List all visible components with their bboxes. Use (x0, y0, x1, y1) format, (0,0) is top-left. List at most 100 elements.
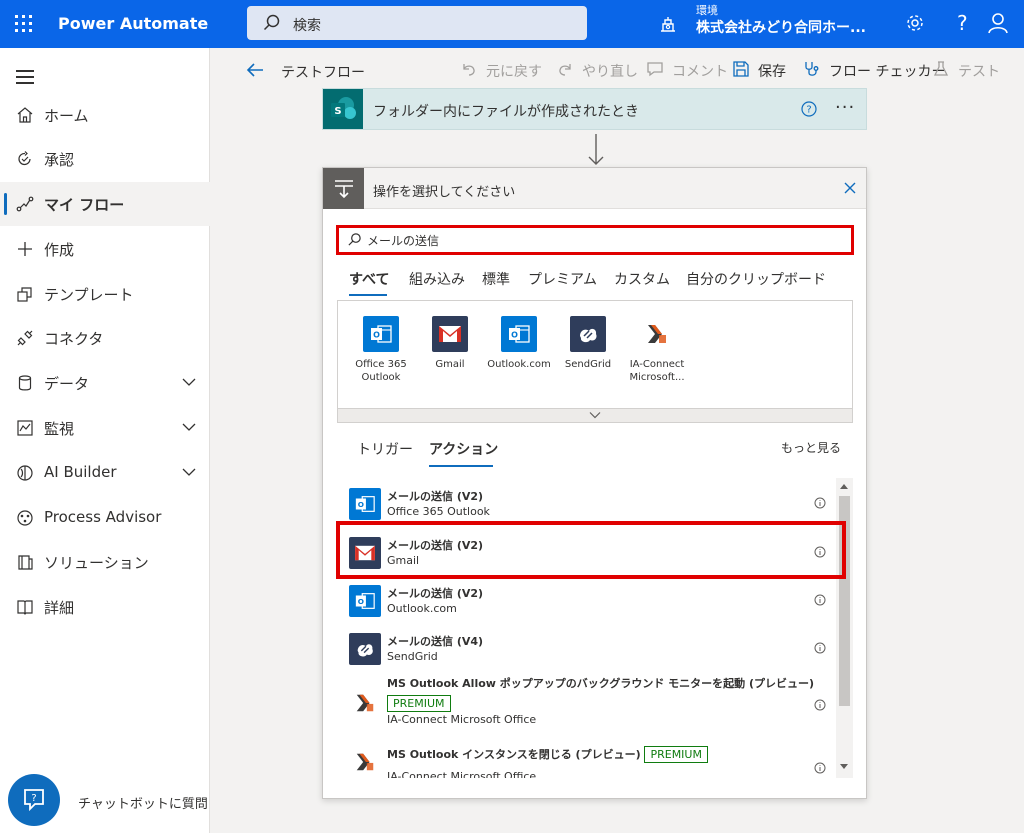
info-icon[interactable] (814, 642, 826, 654)
back-arrow-icon[interactable] (245, 60, 265, 80)
list-item[interactable]: O メールの送信 (V2) Outlook.com (337, 577, 837, 625)
sidebar-item-home[interactable]: ホーム (0, 93, 210, 137)
left-navigation: ホーム 承認 マイ フロー 作成 テンプレート コネクタ データ 監視 AI B… (0, 48, 210, 833)
action-title: メールの送信 (V2) (387, 587, 484, 600)
undo-label: 元に戻す (486, 64, 542, 80)
list-item[interactable]: メールの送信 (V4) SendGrid (337, 625, 837, 673)
action-title: MS Outlook インスタンスを閉じる (プレビュー) PREMIUM (387, 746, 708, 763)
operation-search-input[interactable]: メールの送信 (336, 225, 854, 255)
chatbot-label[interactable]: チャットボットに質問 (78, 793, 208, 812)
ia-connect-icon (639, 316, 675, 352)
sidebar-item-approvals[interactable]: 承認 (0, 137, 210, 181)
svg-text:?: ? (31, 793, 36, 804)
sidebar-item-label: ホーム (44, 107, 89, 125)
sidebar-item-learn[interactable]: 詳細 (0, 585, 210, 629)
sendgrid-icon (570, 316, 606, 352)
connector-expander[interactable] (337, 408, 853, 423)
save-label: 保存 (758, 64, 786, 80)
svg-text:O: O (358, 500, 364, 509)
active-subtab-indicator (429, 465, 493, 467)
sidebar-item-monitor[interactable]: 監視 (0, 406, 210, 450)
tab-premium[interactable]: プレミアム (528, 269, 597, 289)
stethoscope-icon (805, 62, 819, 76)
command-bar: テストフロー 元に戻す やり直し コメント 保存 フロー チェッカー テスト (211, 48, 1024, 92)
global-search-input[interactable]: 検索 (247, 6, 587, 40)
save-icon (733, 61, 749, 77)
more-options-icon[interactable]: ··· (835, 97, 855, 118)
sidebar-item-process-advisor[interactable]: Process Advisor (0, 496, 210, 540)
sidebar-item-label: テンプレート (44, 286, 134, 304)
tab-all[interactable]: すべて (349, 269, 389, 289)
process-advisor-icon (17, 510, 33, 526)
see-more-link[interactable]: もっと見る (781, 439, 841, 456)
sidebar-item-my-flows[interactable]: マイ フロー (0, 182, 210, 226)
chevron-down-icon[interactable] (182, 467, 196, 477)
sidebar-item-label: マイ フロー (44, 196, 125, 214)
choose-operation-icon (323, 168, 364, 209)
trigger-card[interactable]: S フォルダー内にファイルが作成されたとき ? ··· (322, 88, 867, 130)
sidebar-item-label: データ (44, 375, 90, 393)
sidebar-item-label: AI Builder (44, 463, 117, 481)
comment-label: コメント (672, 64, 728, 80)
svg-text:?: ? (806, 105, 811, 116)
outlook-com-icon: O (349, 585, 381, 617)
list-item[interactable]: MS Outlook インスタンスを閉じる (プレビュー) PREMIUM IA… (337, 740, 837, 778)
settings-gear-icon[interactable] (905, 13, 925, 33)
scroll-up-icon[interactable] (840, 484, 848, 489)
undo-icon (463, 64, 475, 76)
chevron-down-icon[interactable] (182, 377, 196, 387)
outlook-com-icon: O (501, 316, 537, 352)
sidebar-item-label: 詳細 (44, 599, 75, 617)
premium-badge: PREMIUM (387, 695, 451, 712)
sidebar-item-ai-builder[interactable]: AI Builder (0, 451, 210, 495)
sidebar-item-connectors[interactable]: コネクタ (0, 316, 210, 360)
sidebar-item-templates[interactable]: テンプレート (0, 272, 210, 316)
svg-text:O: O (358, 597, 364, 606)
info-icon[interactable] (814, 497, 826, 509)
chat-bubble-icon: ? (24, 789, 44, 812)
hamburger-menu-icon[interactable] (16, 70, 34, 84)
action-connector: IA-Connect Microsoft Office (387, 770, 537, 778)
tab-triggers[interactable]: トリガー (357, 439, 413, 459)
help-circle-icon[interactable]: ? (801, 101, 817, 117)
picker-header: 操作を選択してください (323, 168, 866, 209)
sidebar-item-solutions[interactable]: ソリューション (0, 540, 210, 584)
sidebar-item-label: 監視 (44, 420, 75, 438)
solution-icon (18, 555, 33, 570)
chatbot-button[interactable]: ? (8, 774, 60, 826)
info-icon[interactable] (814, 594, 826, 606)
svg-text:S: S (334, 106, 341, 117)
sendgrid-icon (349, 633, 381, 665)
tab-my-clipboard[interactable]: 自分のクリップボード (686, 269, 826, 289)
flow-icon (16, 196, 34, 212)
environment-icon[interactable] (658, 14, 678, 34)
close-icon[interactable] (843, 181, 857, 195)
tab-standard[interactable]: 標準 (482, 269, 510, 289)
picker-title: 操作を選択してください (373, 185, 516, 200)
office365-outlook-icon: O (363, 316, 399, 352)
scroll-down-icon[interactable] (840, 764, 848, 769)
flow-arrow-icon (588, 134, 604, 165)
info-icon[interactable] (814, 699, 826, 711)
info-icon[interactable] (814, 762, 826, 774)
action-connector: Office 365 Outlook (387, 505, 490, 518)
gmail-icon (432, 316, 468, 352)
sidebar-item-data[interactable]: データ (0, 361, 210, 405)
flow-title: テストフロー (281, 65, 365, 81)
chevron-down-icon[interactable] (182, 422, 196, 432)
app-launcher-icon[interactable] (14, 14, 34, 34)
help-icon[interactable]: ? (957, 11, 968, 35)
sidebar-item-create[interactable]: 作成 (0, 227, 210, 271)
action-title: メールの送信 (V4) (387, 635, 484, 648)
environment-name[interactable]: 株式会社みどり合同ホー... (696, 17, 866, 37)
app-name[interactable]: Power Automate (58, 14, 208, 33)
tab-actions[interactable]: アクション (429, 439, 498, 459)
list-item[interactable]: MS Outlook Allow ポップアップのバックグラウンド モニターを起動… (337, 673, 837, 735)
search-placeholder: 検索 (293, 18, 321, 34)
test-label: テスト (958, 64, 1000, 80)
active-tab-indicator (349, 294, 387, 296)
comment-icon (647, 62, 663, 77)
tab-built-in[interactable]: 組み込み (409, 269, 465, 289)
tab-custom[interactable]: カスタム (614, 269, 670, 289)
user-account-icon[interactable] (987, 12, 1009, 34)
